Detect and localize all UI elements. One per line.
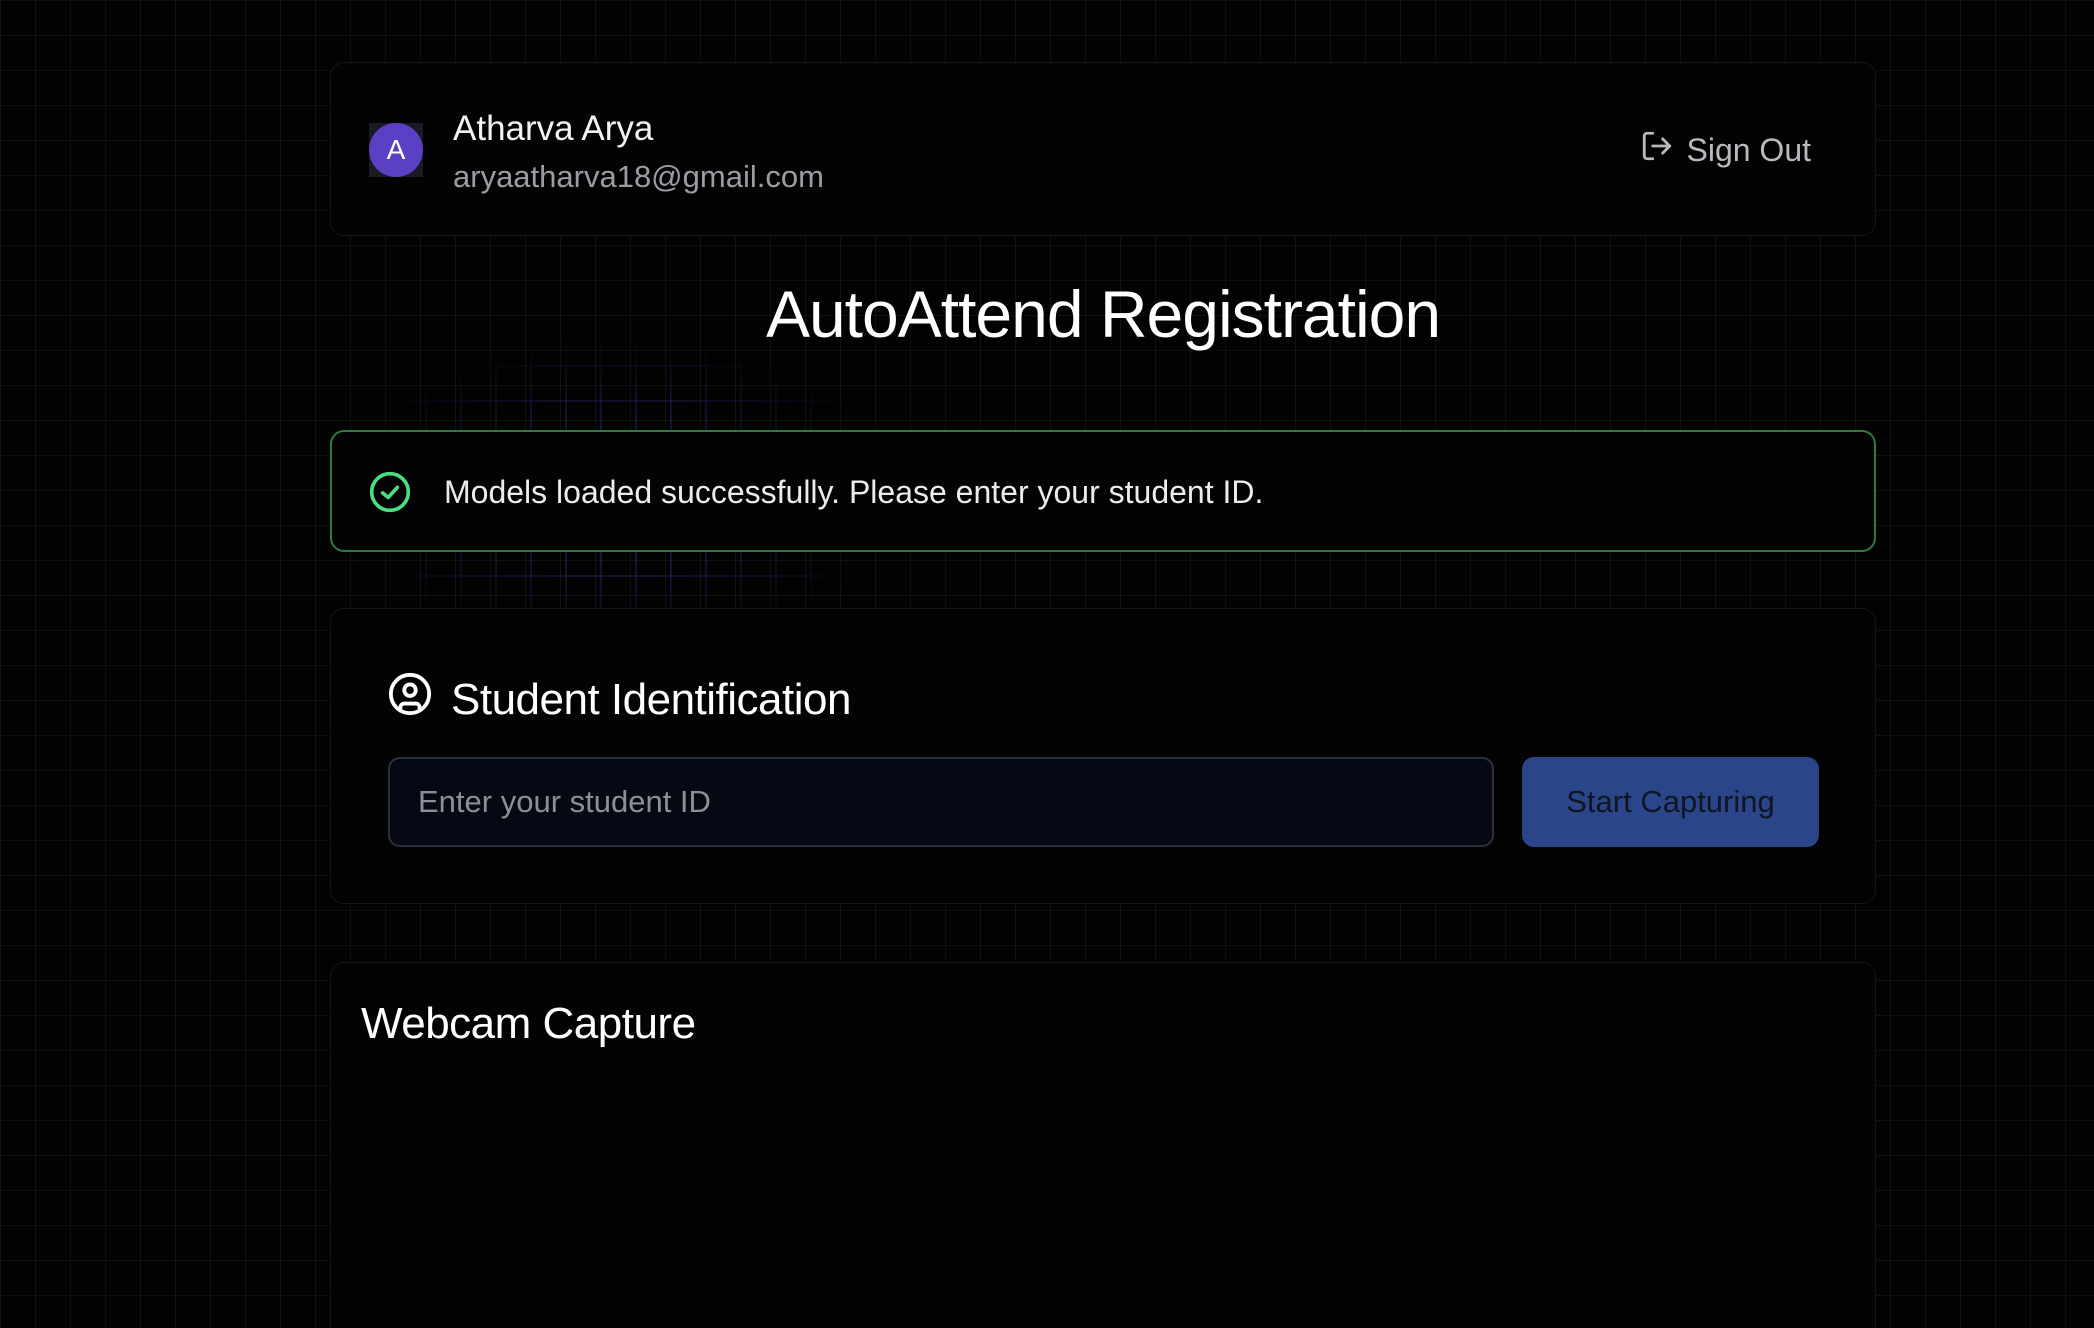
start-capturing-button[interactable]: Start Capturing [1522, 757, 1819, 847]
page-title: AutoAttend Registration [765, 277, 1441, 351]
webcam-capture-heading: Webcam Capture [361, 999, 696, 1048]
check-circle-icon [368, 470, 412, 514]
sign-out-label: Sign Out [1686, 131, 1811, 168]
user-header: A Atharva Arya aryaatharva18@gmail.com S… [330, 62, 1876, 236]
status-alert: Models loaded successfully. Please enter… [330, 430, 1876, 552]
user-circle-icon [387, 671, 433, 728]
webcam-capture-card: Webcam Capture [330, 962, 1876, 1328]
section-heading-label: Student Identification [451, 674, 851, 724]
student-id-input[interactable] [388, 757, 1494, 847]
user-email: aryaatharva18@gmail.com [453, 159, 824, 194]
sign-out-button[interactable]: Sign Out [1640, 129, 1811, 171]
student-identification-card: Student Identification Start Capturing [330, 608, 1876, 904]
sign-out-icon [1640, 129, 1674, 171]
avatar-initial: A [369, 123, 423, 177]
status-message: Models loaded successfully. Please enter… [444, 474, 1264, 510]
user-name: Atharva Arya [453, 109, 654, 148]
avatar: A [369, 123, 423, 177]
student-identification-heading: Student Identification [387, 671, 851, 728]
